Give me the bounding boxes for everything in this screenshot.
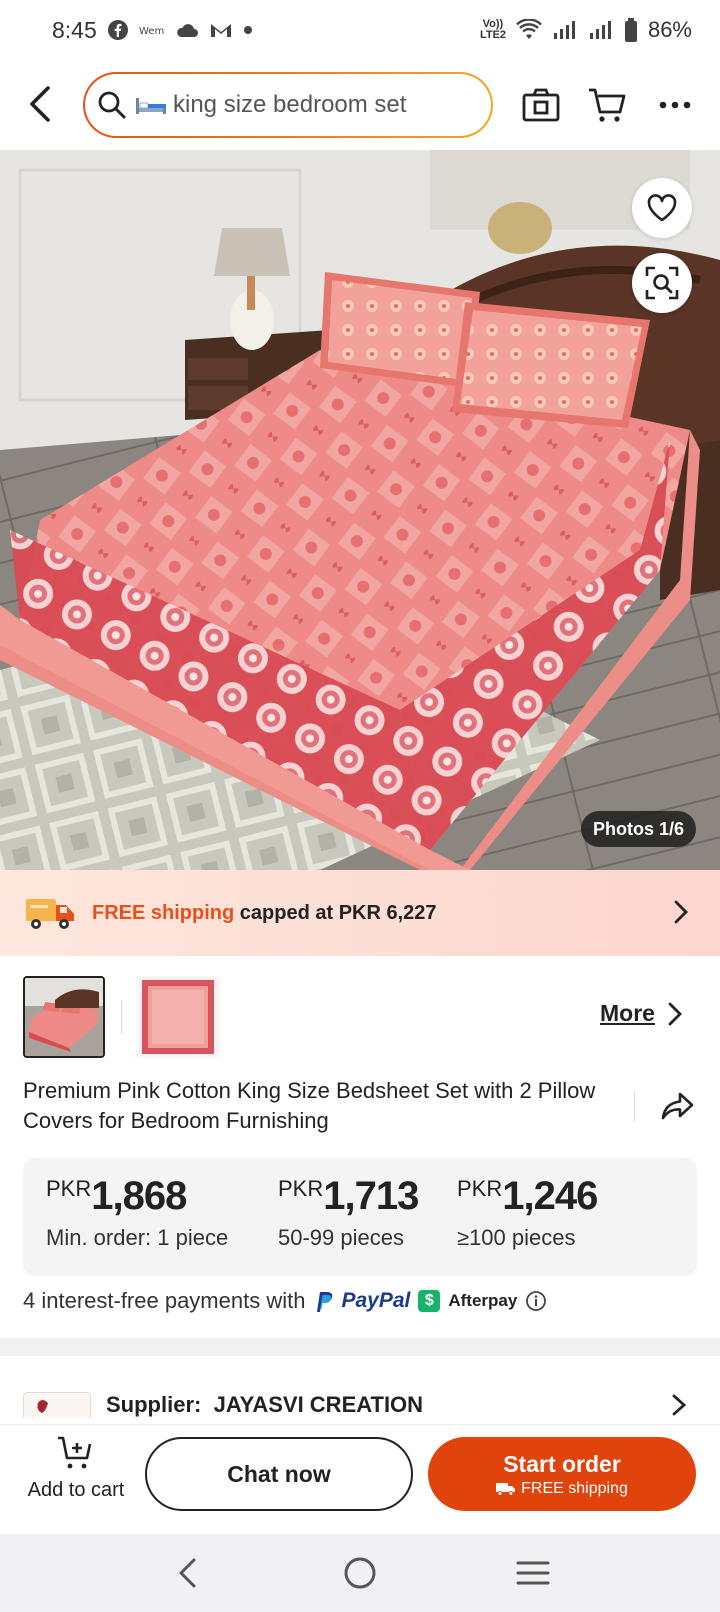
- paypal-icon: [317, 1292, 333, 1312]
- price-tier: PKR1,246 ≥100 pieces: [457, 1174, 598, 1251]
- supplier-label: Supplier:: [106, 1392, 202, 1417]
- thumbnail-1[interactable]: [23, 976, 105, 1058]
- add-to-cart-icon: [58, 1436, 92, 1469]
- gmail-icon: [209, 21, 233, 39]
- action-bar: Add to cart Chat now Start order FREE sh…: [0, 1424, 720, 1534]
- start-order-button[interactable]: Start order FREE shipping: [428, 1437, 696, 1511]
- thumbnail-separator: [121, 1000, 122, 1034]
- more-options-button[interactable]: [652, 82, 698, 128]
- more-icon: [659, 101, 691, 109]
- search-bar[interactable]: king size bedroom set: [83, 72, 493, 138]
- supplier-row[interactable]: Supplier: JAYASVI CREATION: [0, 1392, 720, 1418]
- shipping-text: FREE shipping capped at PKR 6,227: [92, 902, 437, 925]
- start-order-label: Start order: [503, 1450, 621, 1477]
- signal-icon: [588, 19, 614, 41]
- payment-options[interactable]: 4 interest-free payments with PayPal $ A…: [23, 1288, 547, 1314]
- tier-quantity: 50-99 pieces: [278, 1225, 404, 1250]
- back-button[interactable]: [20, 82, 60, 126]
- product-image[interactable]: [0, 150, 720, 870]
- wemu-icon: Wemu: [139, 23, 165, 37]
- nav-back-icon: [179, 1558, 196, 1588]
- tier-price: 1,246: [502, 1174, 598, 1218]
- system-nav-bar: [0, 1534, 720, 1612]
- cloud-icon: [175, 21, 199, 39]
- section-divider: [0, 1338, 720, 1356]
- tier-currency: PKR: [46, 1176, 92, 1201]
- nav-back-button[interactable]: [157, 1543, 217, 1603]
- price-tiers: PKR1,868 Min. order: 1 piece PKR1,713 50…: [23, 1158, 697, 1276]
- chat-now-button[interactable]: Chat now: [145, 1437, 413, 1511]
- facebook-icon: [107, 19, 129, 41]
- bed-emoji-icon: [136, 98, 166, 114]
- free-shipping-label: FREE shipping: [92, 901, 235, 924]
- nav-recents-button[interactable]: [503, 1543, 563, 1603]
- shipping-banner[interactable]: FREE shipping capped at PKR 6,227: [0, 870, 720, 956]
- thumbnail-strip: More: [0, 976, 720, 1060]
- status-bar: 8:45 Wemu Vo)) LTE2 86%: [0, 0, 720, 60]
- price-tier: PKR1,868 Min. order: 1 piece: [46, 1174, 228, 1251]
- title-separator: [634, 1090, 635, 1122]
- cart-icon: [589, 88, 626, 122]
- info-icon[interactable]: [525, 1290, 547, 1312]
- search-input[interactable]: king size bedroom set: [173, 91, 406, 119]
- paypal-label: PayPal: [341, 1289, 411, 1312]
- shipping-cap-label: capped at PKR 6,227: [239, 901, 437, 924]
- share-button[interactable]: [660, 1088, 696, 1124]
- payment-text: 4 interest-free payments with: [23, 1288, 306, 1313]
- photos-counter[interactable]: Photos 1/6: [581, 811, 697, 847]
- product-title: Premium Pink Cotton King Size Bedsheet S…: [23, 1078, 596, 1133]
- delivery-truck-icon: [26, 899, 74, 929]
- supplier-name: Supplier: JAYASVI CREATION: [106, 1392, 423, 1418]
- truck-icon: [496, 1482, 516, 1496]
- tier-quantity: ≥100 pieces: [457, 1225, 576, 1250]
- svg-text:Wemu: Wemu: [139, 26, 165, 37]
- thumbnail-2[interactable]: [136, 976, 220, 1058]
- nav-menu-icon: [516, 1561, 550, 1585]
- chevron-right-icon: [674, 900, 688, 924]
- tier-price: 1,868: [91, 1174, 187, 1218]
- signal-icon: [552, 19, 578, 41]
- cart-button[interactable]: [584, 82, 630, 128]
- supplier-logo: [23, 1392, 91, 1418]
- top-bar: king size bedroom set: [0, 64, 720, 146]
- chevron-right-icon[interactable]: [668, 1002, 682, 1026]
- add-to-cart-button[interactable]: Add to cart: [22, 1435, 130, 1502]
- battery-percent: 86%: [647, 17, 692, 42]
- network-type-label: Vo)) LTE2: [479, 18, 507, 41]
- tier-quantity: Min. order: 1 piece: [46, 1225, 229, 1250]
- image-search-icon: [645, 266, 679, 300]
- tier-price: 1,713: [323, 1174, 419, 1218]
- heart-icon: [647, 194, 677, 222]
- afterpay-icon: $: [418, 1290, 441, 1312]
- favorite-button[interactable]: [632, 178, 692, 238]
- back-arrow-icon: [30, 86, 50, 122]
- battery-icon: [624, 18, 638, 42]
- nav-home-button[interactable]: [330, 1543, 390, 1603]
- status-time: 8:45: [52, 16, 97, 43]
- camera-icon: [522, 88, 560, 122]
- start-order-shipping: FREE shipping: [521, 1479, 628, 1497]
- image-search-button[interactable]: [632, 253, 692, 313]
- share-icon: [661, 1092, 694, 1120]
- tier-currency: PKR: [278, 1176, 324, 1201]
- wifi-icon: [516, 19, 542, 41]
- start-order-subtext: FREE shipping: [496, 1480, 628, 1498]
- more-link[interactable]: More: [600, 1000, 655, 1027]
- supplier-company: JAYASVI CREATION: [213, 1392, 424, 1417]
- afterpay-label: Afterpay: [448, 1291, 518, 1310]
- camera-search-button[interactable]: [518, 82, 564, 128]
- tier-currency: PKR: [457, 1176, 503, 1201]
- chevron-right-icon: [672, 1394, 686, 1416]
- dot-icon: [243, 25, 253, 35]
- add-to-cart-label: Add to cart: [27, 1479, 125, 1501]
- nav-home-icon: [344, 1557, 376, 1589]
- search-icon: [98, 91, 126, 119]
- price-tier: PKR1,713 50-99 pieces: [278, 1174, 419, 1251]
